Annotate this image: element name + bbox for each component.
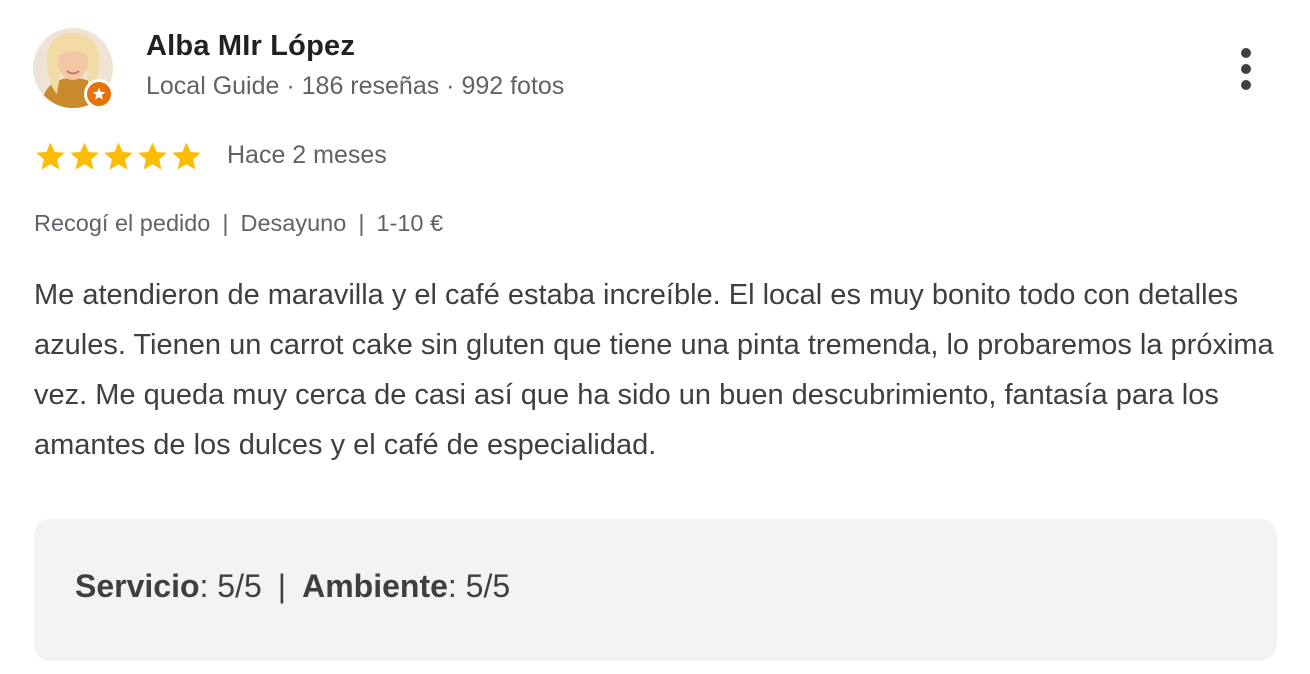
subrating-colon: : (447, 568, 466, 604)
star-icon (138, 141, 167, 170)
tag-service-mode: Recogí el pedido (34, 210, 211, 236)
subrating-label-ambience: Ambiente (302, 568, 448, 604)
more-options-button[interactable] (1222, 42, 1270, 96)
tag-meal-type: Desayuno (240, 210, 347, 236)
review-date: Hace 2 meses (227, 141, 387, 169)
subrating-separator: | (277, 568, 287, 604)
review-text: Me atendieron de maravilla y el café est… (34, 279, 1274, 461)
subrating-label-service: Servicio (75, 568, 200, 604)
tag-separator: | (358, 210, 365, 236)
more-vert-icon (1241, 48, 1251, 90)
star-icon (172, 141, 201, 170)
local-guide-star-icon (92, 87, 106, 100)
tag-price-range: 1-10 € (376, 210, 444, 236)
review-card: Alba MIr López Local Guide · 186 reseñas… (0, 0, 1310, 674)
subrating-colon: : (199, 568, 218, 604)
star-icon (70, 141, 99, 170)
author-meta[interactable]: Local Guide · 186 reseñas · 992 fotos (146, 72, 564, 101)
service-tags: Recogí el pedido | Desayuno | 1-10 € (34, 210, 443, 237)
star-rating (34, 138, 204, 174)
subrating-value-service: 5/5 (217, 568, 262, 604)
local-guide-badge (84, 79, 114, 109)
subratings-panel: Servicio: 5/5 | Ambiente: 5/5 (34, 519, 1277, 661)
subrating-value-ambience: 5/5 (465, 568, 511, 604)
subratings-line: Servicio: 5/5 | Ambiente: 5/5 (75, 568, 510, 605)
author-name[interactable]: Alba MIr López (146, 30, 355, 63)
tag-separator: | (222, 210, 229, 236)
star-icon (104, 141, 133, 170)
star-icon (36, 141, 65, 170)
